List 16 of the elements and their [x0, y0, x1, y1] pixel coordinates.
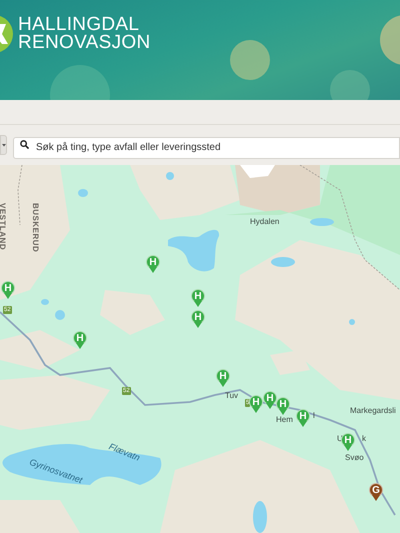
place-label: k	[362, 435, 366, 443]
place-label: Svøo	[345, 454, 364, 462]
place-label: l	[313, 412, 315, 420]
search-icon	[20, 140, 29, 149]
logo-text: RENOVASJON	[18, 34, 151, 52]
region-label: VESTLAND	[0, 203, 6, 250]
place-label: Hem	[276, 416, 293, 424]
dropdown-button[interactable]	[0, 135, 7, 155]
place-label: Markegardsli	[350, 407, 396, 415]
place-label: Hydalen	[250, 218, 280, 226]
search-field[interactable]: Søk på ting, type avfall eller leveringssted	[13, 136, 400, 158]
logo-text: HALLINGDAL	[18, 16, 140, 34]
logo-icon	[0, 14, 14, 54]
place-label: Tuv	[225, 392, 238, 400]
caret-icon	[2, 143, 6, 147]
region-label: BUSKERUD	[31, 203, 39, 252]
